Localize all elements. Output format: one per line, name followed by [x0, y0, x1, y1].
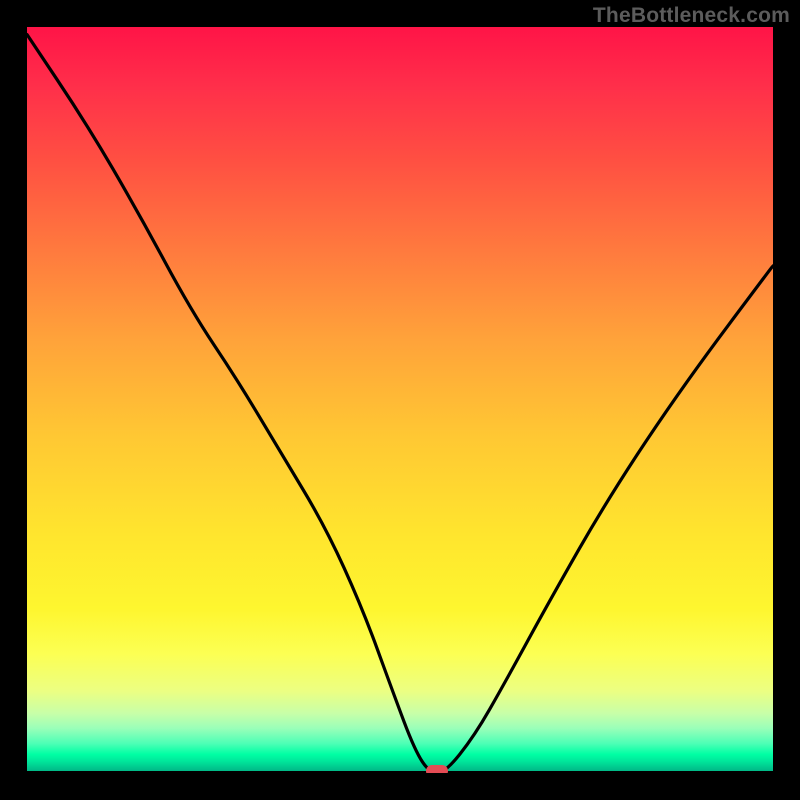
watermark-text: TheBottleneck.com [593, 4, 790, 28]
plot-area [27, 27, 773, 773]
chart-frame: TheBottleneck.com [0, 0, 800, 800]
bottleneck-curve [27, 27, 773, 773]
optimal-point-marker [426, 765, 448, 773]
